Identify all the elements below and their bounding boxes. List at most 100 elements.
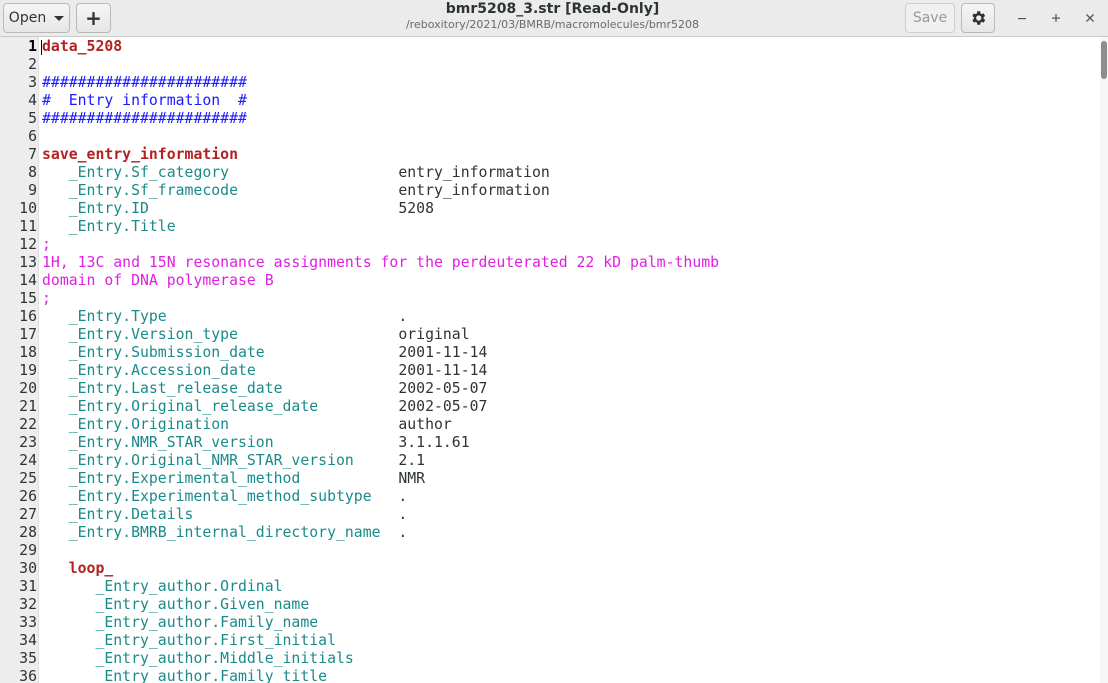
code-token: _Entry.Original_NMR_STAR_version (42, 452, 399, 469)
line-number: 11 (19, 218, 37, 235)
line-code: _Entry.Experimental_method NMR (42, 470, 425, 488)
editor-line[interactable]: 24 _Entry.Original_NMR_STAR_version 2.1 (0, 452, 1100, 470)
line-code: _Entry.BMRB_internal_directory_name . (42, 524, 408, 542)
close-button[interactable] (1080, 8, 1100, 28)
settings-button[interactable] (961, 3, 995, 33)
editor-line[interactable]: 20 _Entry.Last_release_date 2002-05-07 (0, 380, 1100, 398)
window-title-area: bmr5208_3.str [Read-Only] /reboxitory/20… (350, 1, 755, 31)
line-code: _Entry.Details . (42, 506, 408, 524)
code-token: original (398, 326, 470, 343)
editor-line[interactable]: 31 _Entry_author.Ordinal (0, 578, 1100, 596)
editor-line[interactable]: 15; (0, 290, 1100, 308)
editor-line[interactable]: 9 _Entry.Sf_framecode entry_information (0, 182, 1100, 200)
line-number: 33 (19, 614, 37, 631)
editor-line[interactable]: 18 _Entry.Submission_date 2001-11-14 (0, 344, 1100, 362)
code-token: # Entry information # (42, 92, 247, 109)
editor-line[interactable]: 16 _Entry.Type . (0, 308, 1100, 326)
code-token: _Entry.Experimental_method_subtype (42, 488, 399, 505)
code-token: ; (42, 290, 51, 307)
code-token: _Entry_author.First_initial (42, 632, 336, 649)
editor-line[interactable]: 3 ####################### (0, 74, 1100, 92)
line-number: 10 (19, 200, 37, 217)
editor-line[interactable]: 14 domain of DNA polymerase B (0, 272, 1100, 290)
line-code: data_5208 (42, 38, 122, 56)
code-token: _Entry_author.Ordinal (42, 578, 283, 595)
line-number: 29 (19, 542, 37, 559)
editor-line[interactable]: 22 _Entry.Origination author (0, 416, 1100, 434)
code-token: ; (42, 236, 51, 253)
code-token: 2002-05-07 (398, 380, 488, 397)
editor-line[interactable]: 10 _Entry.ID 5208 (0, 200, 1100, 218)
line-code: _Entry.Title (42, 218, 176, 236)
code-token: . (398, 524, 408, 541)
editor-line[interactable]: 19 _Entry.Accession_date 2001-11-14 (0, 362, 1100, 380)
editor-line[interactable]: 1 data_5208 (0, 38, 1100, 56)
minimize-button[interactable] (1012, 8, 1032, 28)
line-code: ####################### (42, 110, 247, 128)
editor-line[interactable]: 33 _Entry_author.Family_name (0, 614, 1100, 632)
line-number: 17 (19, 326, 37, 343)
vertical-scrollbar[interactable] (1100, 37, 1108, 683)
editor-line[interactable]: 2 (0, 56, 1100, 74)
editor-line[interactable]: 34 _Entry_author.First_initial (0, 632, 1100, 650)
editor-line[interactable]: 11 _Entry.Title (0, 218, 1100, 236)
editor-line[interactable]: 29 (0, 542, 1100, 560)
line-code: _Entry.Last_release_date 2002-05-07 (42, 380, 488, 398)
code-token: _Entry.Original_release_date (42, 398, 399, 415)
line-code: _Entry.Original_NMR_STAR_version 2.1 (42, 452, 425, 470)
line-code: _Entry.Origination author (42, 416, 452, 434)
editor-line[interactable]: 26 _Entry.Experimental_method_subtype . (0, 488, 1100, 506)
code-token: _Entry.NMR_STAR_version (42, 434, 399, 451)
code-token: save_entry_information (42, 146, 238, 163)
line-code: # Entry information # (42, 92, 247, 110)
line-number: 6 (28, 128, 37, 145)
editor-line[interactable]: 36 _Entry_author.Family_title (0, 668, 1100, 683)
code-token: _Entry_author.Given_name (42, 596, 310, 613)
editor-line[interactable]: 32 _Entry_author.Given_name (0, 596, 1100, 614)
line-number: 28 (19, 524, 37, 541)
line-number: 8 (28, 164, 37, 181)
save-button[interactable]: Save (905, 3, 955, 33)
editor-line[interactable]: 6 (0, 128, 1100, 146)
line-number: 5 (28, 110, 37, 127)
maximize-button[interactable] (1046, 8, 1066, 28)
editor-line[interactable]: 8 _Entry.Sf_category entry_information (0, 164, 1100, 182)
code-token: _Entry.Version_type (42, 326, 399, 343)
open-button[interactable]: Open (3, 3, 70, 33)
editor-line[interactable]: 30 loop_ (0, 560, 1100, 578)
editor-line[interactable]: 5 ####################### (0, 110, 1100, 128)
line-code: _Entry_author.Family_title (42, 668, 327, 683)
editor-line[interactable]: 12; (0, 236, 1100, 254)
line-code: _Entry.Experimental_method_subtype . (42, 488, 408, 506)
line-code: _Entry_author.Given_name (42, 596, 309, 614)
line-code: _Entry.Submission_date 2001-11-14 (42, 344, 488, 362)
line-code: _Entry.Original_release_date 2002-05-07 (42, 398, 488, 416)
editor-line[interactable]: 13 1H, 13C and 15N resonance assignments … (0, 254, 1100, 272)
line-number: 18 (19, 344, 37, 361)
editor-line[interactable]: 25 _Entry.Experimental_method NMR (0, 470, 1100, 488)
editor-line[interactable]: 27 _Entry.Details . (0, 506, 1100, 524)
minimize-icon (1018, 18, 1026, 20)
code-token: 2002-05-07 (398, 398, 488, 415)
code-token: _Entry.Type (42, 308, 399, 325)
new-document-button[interactable]: + (76, 3, 111, 33)
maximize-icon (1052, 14, 1060, 22)
line-code: 1H, 13C and 15N resonance assignments fo… (42, 254, 719, 272)
code-token: _Entry.Submission_date (42, 344, 399, 361)
editor-line[interactable]: 21 _Entry.Original_release_date 2002-05-… (0, 398, 1100, 416)
chevron-down-icon (54, 15, 65, 21)
editor-line[interactable]: 7 save_entry_information (0, 146, 1100, 164)
line-number: 23 (19, 434, 37, 451)
editor-line[interactable]: 17 _Entry.Version_type original (0, 326, 1100, 344)
editor-line[interactable]: 23 _Entry.NMR_STAR_version 3.1.1.61 (0, 434, 1100, 452)
code-token: 3.1.1.61 (398, 434, 470, 451)
code-token: _Entry.Experimental_method (42, 470, 399, 487)
code-token: NMR (398, 470, 426, 487)
text-editor[interactable]: 1 data_5208 2 3 ####################### 4 # En… (0, 37, 1100, 683)
editor-line[interactable]: 28 _Entry.BMRB_internal_directory_name . (0, 524, 1100, 542)
editor-line[interactable]: 4 # Entry information # (0, 92, 1100, 110)
scrollbar-thumb[interactable] (1101, 41, 1107, 79)
code-token: ####################### (42, 110, 247, 127)
editor-line[interactable]: 35 _Entry_author.Middle_initials (0, 650, 1100, 668)
